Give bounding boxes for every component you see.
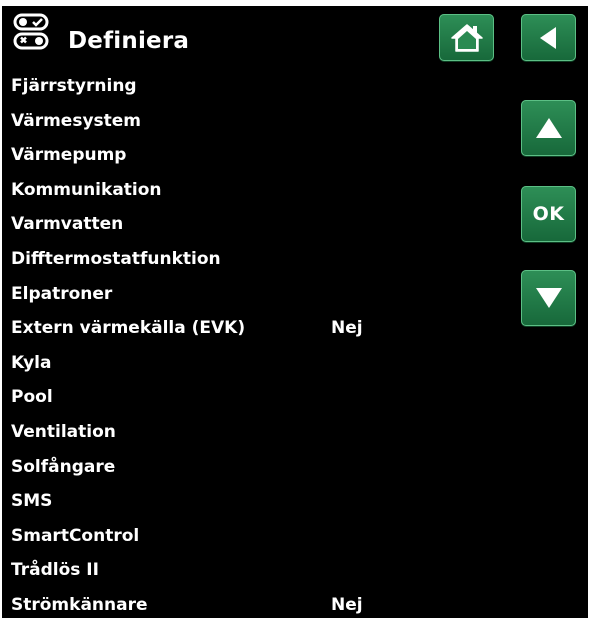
menu-item-label: Strömkännare (11, 594, 148, 615)
menu-item-difftermostatfunktion[interactable]: Difftermostatfunktion (2, 245, 502, 280)
menu-item-stromkannare[interactable]: Strömkännare Nej (2, 591, 502, 618)
home-icon (450, 23, 483, 52)
menu-item-label: SMS (11, 491, 53, 512)
menu-item-varmepump[interactable]: Värmepump (2, 141, 502, 176)
menu-item-sms[interactable]: SMS (2, 487, 502, 522)
menu-item-pool[interactable]: Pool (2, 383, 502, 418)
menu-item-elpatroner[interactable]: Elpatroner (2, 280, 502, 315)
menu-item-label: Kyla (11, 352, 52, 373)
back-button[interactable] (521, 14, 576, 61)
menu-item-label: Extern värmekälla (EVK) (11, 318, 246, 339)
menu-list: Fjärrstyrning Värmesystem Värmepump Komm… (2, 72, 502, 618)
menu-item-fjarrstyrning[interactable]: Fjärrstyrning (2, 72, 502, 107)
back-arrow-icon (539, 26, 556, 49)
page-title: Definiera (68, 28, 190, 54)
menu-item-label: Trådlös II (11, 560, 99, 581)
home-button[interactable] (439, 14, 494, 61)
menu-item-tradlos-ii[interactable]: Trådlös II (2, 556, 502, 591)
menu-item-label: Fjärrstyrning (11, 76, 137, 96)
up-arrow-icon (535, 118, 562, 138)
down-arrow-icon (535, 288, 562, 308)
menu-item-kommunikation[interactable]: Kommunikation (2, 176, 502, 211)
menu-item-kyla[interactable]: Kyla (2, 349, 502, 384)
menu-item-label: Värmesystem (11, 110, 142, 131)
menu-item-value: Nej (331, 594, 363, 615)
toggle-switches-icon (12, 12, 52, 52)
menu-item-smartcontrol[interactable]: SmartControl (2, 522, 502, 557)
scroll-down-button[interactable] (521, 270, 576, 326)
scroll-up-button[interactable] (521, 100, 576, 156)
menu-item-solfangare[interactable]: Solfångare (2, 453, 502, 488)
menu-item-value: Nej (331, 318, 363, 339)
ok-button-label: OK (532, 203, 565, 225)
menu-item-label: Difftermostatfunktion (11, 248, 221, 269)
menu-item-label: Ventilation (11, 421, 116, 442)
menu-item-label: Elpatroner (11, 283, 113, 304)
menu-item-ventilation[interactable]: Ventilation (2, 418, 502, 453)
menu-item-label: Varmvatten (11, 214, 124, 235)
menu-item-varmvatten[interactable]: Varmvatten (2, 210, 502, 245)
menu-item-label: Solfångare (11, 456, 116, 477)
menu-item-label: Pool (11, 387, 53, 408)
ok-button[interactable]: OK (521, 186, 576, 242)
menu-item-label: Kommunikation (11, 179, 162, 200)
screen: Definiera OK Fjärrstyrning Värmesystem V… (2, 6, 588, 618)
menu-item-extern-varmekalla[interactable]: Extern värmekälla (EVK) Nej (2, 314, 502, 349)
menu-item-varmesystem[interactable]: Värmesystem (2, 107, 502, 142)
menu-item-label: Värmepump (11, 145, 127, 166)
menu-item-label: SmartControl (11, 525, 140, 546)
